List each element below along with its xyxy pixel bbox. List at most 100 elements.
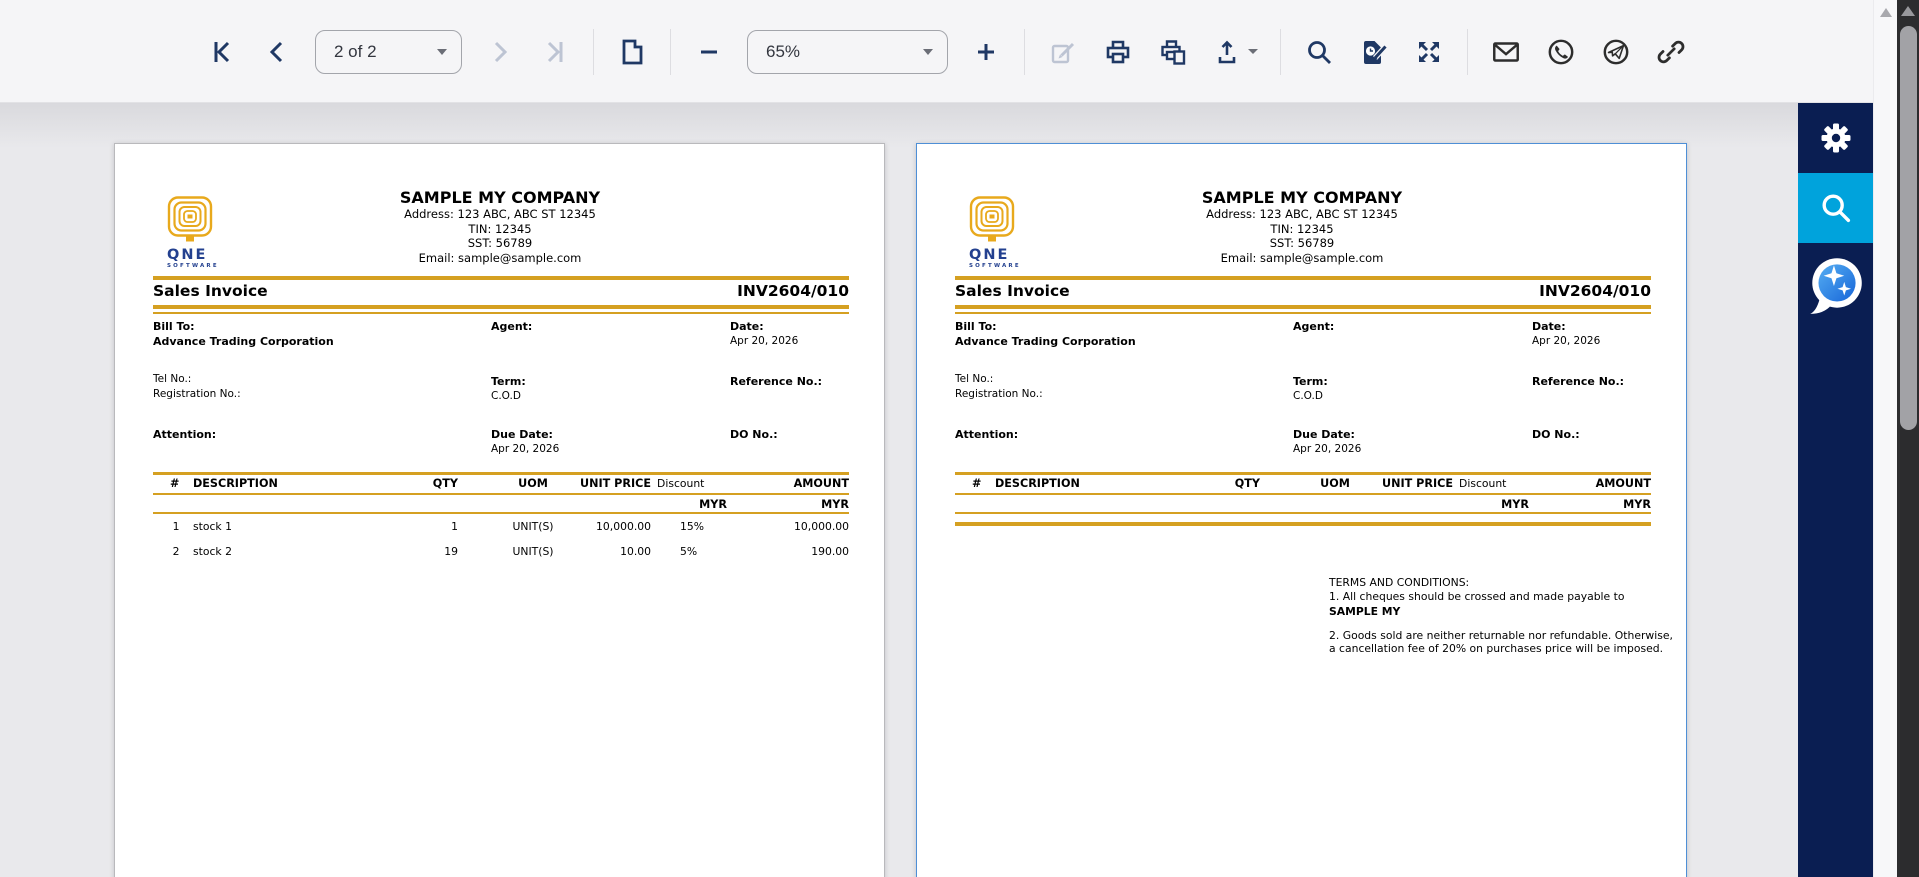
telegram-button[interactable] [1599, 35, 1633, 69]
cell-discount: 15% [680, 520, 704, 533]
chevron-down-icon [1248, 49, 1258, 54]
due-date-label: Due Date: [1293, 428, 1355, 441]
sidebar-search-button[interactable] [1798, 173, 1873, 243]
gold-divider [955, 312, 1651, 314]
page-selector[interactable]: 2 of 2 [315, 29, 462, 74]
zoom-selector[interactable]: 65% [747, 29, 948, 74]
table-header-unit-price: UNIT PRICE [1382, 477, 1453, 490]
company-sst: SST: 56789 [467, 236, 533, 250]
qne-logo-icon [969, 196, 1015, 242]
tel-label: Tel No.: [153, 373, 192, 385]
last-page-icon [547, 41, 563, 62]
table-rule [955, 493, 1651, 495]
annotate-icon [1051, 42, 1075, 63]
registration-label: Registration No.: [955, 388, 1043, 400]
ai-assistant-button[interactable] [1798, 247, 1873, 323]
viewer-toolbar: 2 of 2 65% [0, 0, 1873, 103]
table-header-discount: Discount [657, 477, 705, 490]
invoice-page-2[interactable]: QNE SOFTWARE SAMPLE MY COMPANY Address: … [916, 143, 1687, 877]
currency-label: MYR [1501, 498, 1529, 511]
inner-scrollbar[interactable] [1873, 0, 1897, 877]
company-address: Address: 123 ABC, ABC ST 12345 [404, 207, 596, 221]
logo-sub-text: SOFTWARE [167, 263, 219, 269]
browser-scrollbar[interactable] [1897, 0, 1919, 877]
scroll-up-icon[interactable] [1880, 8, 1892, 17]
gold-divider [955, 276, 1651, 280]
terms-payee: SAMPLE MY [1329, 605, 1401, 618]
table-header-description: DESCRIPTION [193, 477, 278, 490]
sidebar-settings-button[interactable] [1798, 103, 1873, 173]
zoom-out-button[interactable] [692, 35, 726, 69]
company-address: Address: 123 ABC, ABC ST 12345 [1206, 207, 1398, 221]
print-page-button[interactable] [1156, 35, 1190, 69]
registration-label: Registration No.: [153, 388, 241, 400]
zoom-in-button[interactable] [969, 35, 1003, 69]
first-page-button[interactable] [205, 35, 239, 69]
whatsapp-button[interactable] [1544, 35, 1578, 69]
document-number: INV2604/010 [737, 282, 849, 300]
scrollbar-thumb[interactable] [1899, 26, 1917, 430]
logo-brand-text: QNE [969, 247, 1010, 263]
search-icon [1308, 40, 1331, 64]
term-label: Term: [491, 375, 526, 388]
toolbar-separator [1467, 28, 1468, 75]
due-date-value: Apr 20, 2026 [491, 443, 560, 455]
invoice-page-1[interactable]: QNE SOFTWARE SAMPLE MY COMPANY Address: … [114, 143, 885, 877]
cell-num: 1 [172, 520, 180, 533]
table-header-unit-price: UNIT PRICE [580, 477, 651, 490]
chevron-down-icon [437, 48, 447, 55]
date-label: Date: [730, 320, 764, 333]
telegram-icon [1603, 39, 1629, 64]
email-icon [1493, 41, 1519, 62]
previous-page-button[interactable] [260, 35, 294, 69]
attention-label: Attention: [955, 428, 1019, 441]
cell-amount: 10,000.00 [794, 520, 849, 533]
company-tin: TIN: 12345 [1270, 221, 1334, 236]
last-page-button[interactable] [538, 35, 572, 69]
export-button[interactable] [1211, 35, 1259, 69]
cell-description: stock 1 [193, 520, 232, 533]
due-date-value: Apr 20, 2026 [1293, 443, 1362, 455]
document-title: Sales Invoice [153, 282, 268, 300]
table-header-amount: AMOUNT [793, 477, 849, 490]
export-icon [1218, 40, 1236, 63]
toolbar-separator [1024, 28, 1025, 75]
scroll-up-icon[interactable] [1901, 6, 1915, 16]
agent-label: Agent: [1293, 320, 1335, 333]
logo-brand-text: QNE [167, 247, 208, 263]
print-button[interactable] [1101, 35, 1135, 69]
cell-num: 2 [172, 545, 180, 558]
previous-page-icon [269, 41, 283, 62]
table-end-rule [955, 522, 1651, 526]
table-header-qty: QTY [432, 477, 458, 490]
editing-fields-button[interactable] [1357, 35, 1391, 69]
next-page-button[interactable] [483, 35, 517, 69]
table-header-num: # [972, 477, 982, 490]
toolbar-separator [1280, 28, 1281, 75]
search-button[interactable] [1302, 35, 1336, 69]
company-logo: QNE SOFTWARE [167, 196, 227, 269]
fit-page-button[interactable] [615, 35, 649, 69]
email-button[interactable] [1489, 35, 1523, 69]
gold-divider [153, 312, 849, 314]
chevron-down-icon [923, 48, 933, 55]
table-header-num: # [170, 477, 180, 490]
do-label: DO No.: [1532, 428, 1580, 441]
right-sidebar [1798, 103, 1873, 877]
editing-fields-icon [1364, 40, 1388, 64]
toolbar-separator [670, 28, 671, 75]
fullscreen-icon [1419, 41, 1439, 62]
company-header: SAMPLE MY COMPANY Address: 123 ABC, ABC … [250, 188, 750, 265]
next-page-icon [494, 41, 508, 62]
bill-to-label: Bill To: [153, 320, 195, 333]
document-title: Sales Invoice [955, 282, 1070, 300]
company-logo: QNE SOFTWARE [969, 196, 1029, 269]
cell-unit-price: 10.00 [620, 545, 651, 558]
term-value: C.O.D [491, 390, 521, 402]
copy-link-button[interactable] [1654, 35, 1688, 69]
annotate-button[interactable] [1046, 35, 1080, 69]
fullscreen-button[interactable] [1412, 35, 1446, 69]
zoom-out-icon [701, 50, 717, 53]
first-page-icon [214, 41, 230, 62]
document-canvas[interactable]: QNE SOFTWARE SAMPLE MY COMPANY Address: … [0, 103, 1873, 877]
